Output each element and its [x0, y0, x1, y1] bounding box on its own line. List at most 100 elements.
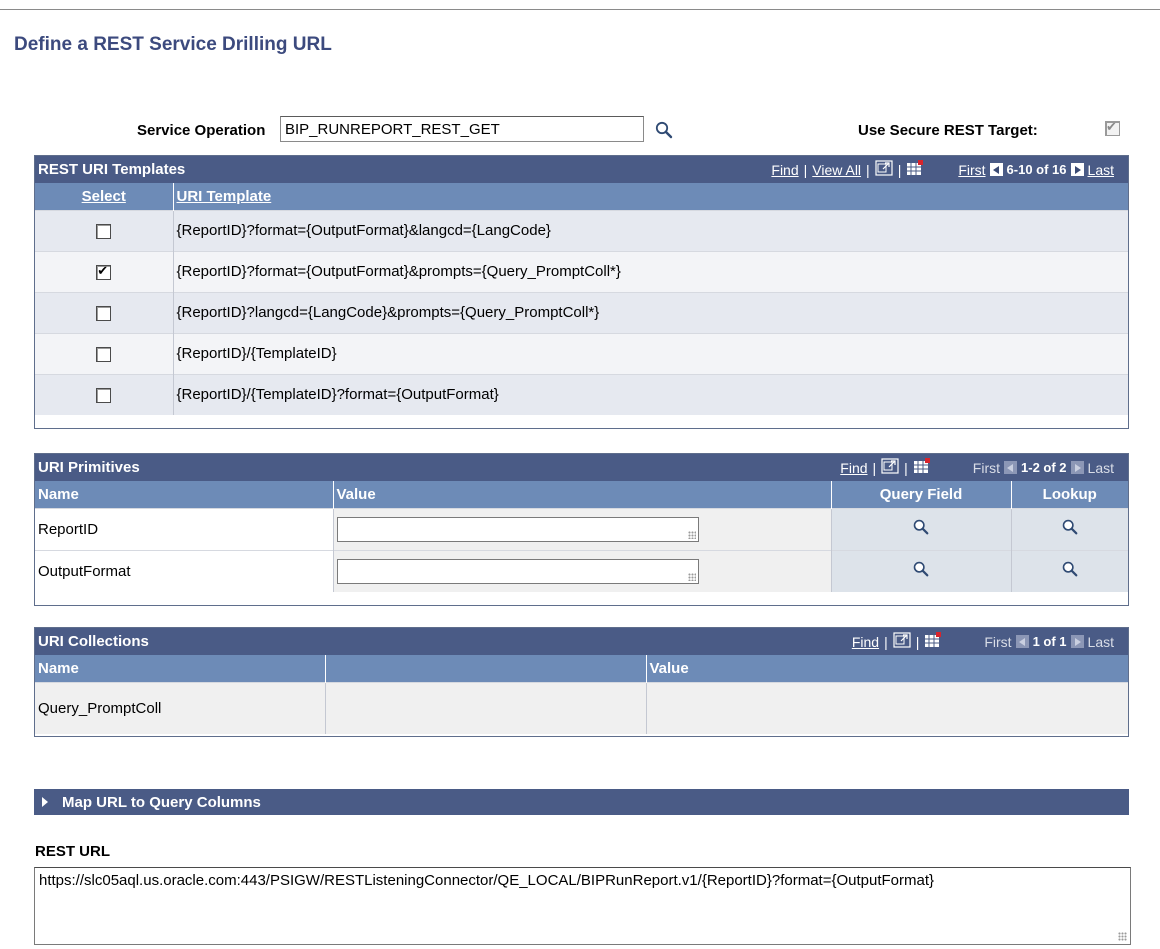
query-field-cell [831, 507, 1012, 550]
value-column-header: Value [646, 655, 1128, 682]
table-row: {ReportID}/{TemplateID} [35, 332, 1128, 374]
select-cell [35, 373, 174, 415]
table-row: {ReportID}/{TemplateID}?format={OutputFo… [35, 373, 1128, 415]
collection-value-cell [646, 681, 1128, 734]
secure-target-checkbox [1105, 119, 1120, 136]
query-field-magnifier-icon[interactable] [912, 561, 930, 582]
first-link: First [972, 459, 1001, 476]
lookup-magnifier-icon[interactable] [1061, 561, 1079, 582]
templates-grid-header: REST URI Templates Find | View All | | F… [35, 156, 1128, 183]
select-checkbox[interactable] [96, 223, 112, 239]
next-arrow-icon [1070, 635, 1084, 648]
lookup-magnifier-icon[interactable] [1061, 519, 1079, 540]
blank-column-header [325, 655, 647, 682]
query-field-magnifier-icon[interactable] [912, 519, 930, 540]
secure-target-label: Use Secure REST Target: [858, 122, 1038, 139]
zoom-grid-icon[interactable] [881, 458, 899, 477]
map-url-section-header[interactable]: Map URL to Query Columns [34, 789, 1129, 815]
primitive-name-cell: OutputFormat [35, 549, 334, 592]
primitives-grid-title: URI Primitives [38, 459, 140, 476]
row-count: 1-2 of 2 [1021, 460, 1067, 475]
download-excel-icon[interactable] [924, 632, 942, 651]
templates-grid-title: REST URI Templates [38, 161, 186, 178]
next-arrow-icon[interactable] [1070, 163, 1084, 176]
primitives-grid-header: URI Primitives Find | | First 1-2 of 2 L… [35, 454, 1128, 481]
collection-blank-cell [325, 681, 647, 734]
row-count: 6-10 of 16 [1006, 162, 1067, 177]
primitives-grid-nav: Find | | First 1-2 of 2 Last [840, 458, 1114, 477]
select-column-header[interactable]: Select [35, 183, 174, 210]
prev-arrow-icon [1004, 461, 1018, 474]
templates-grid-nav: Find | View All | | First 6-10 of 16 Las… [771, 160, 1114, 179]
query-field-cell [831, 549, 1012, 592]
map-url-section-label: Map URL to Query Columns [62, 794, 261, 811]
service-operation-input[interactable] [280, 116, 644, 142]
primitive-value-cell [333, 507, 832, 550]
query-field-column-header: Query Field [831, 481, 1012, 508]
last-link[interactable]: Last [1088, 162, 1114, 178]
select-checkbox[interactable] [96, 346, 112, 362]
lookup-cell [1011, 507, 1128, 550]
first-link[interactable]: First [958, 162, 985, 178]
uri-template-cell: {ReportID}?langcd={LangCode}&prompts={Qu… [173, 291, 1128, 333]
uri-collections-grid: URI Collections Find | | First 1 of 1 La… [34, 627, 1129, 737]
next-arrow-icon [1070, 461, 1084, 474]
collections-grid-nav: Find | | First 1 of 1 Last [851, 632, 1114, 651]
resize-grip-icon[interactable] [1118, 932, 1127, 941]
primitive-value-cell [333, 549, 832, 592]
rest-url-value: https://slc05aql.us.oracle.com:443/PSIGW… [39, 872, 935, 889]
primitives-table: Name Value Query Field Lookup ReportID O… [35, 481, 1128, 592]
lookup-cell [1011, 549, 1128, 592]
table-row: ReportID [35, 507, 1128, 550]
table-row: {ReportID}?langcd={LangCode}&prompts={Qu… [35, 291, 1128, 333]
select-cell [35, 209, 174, 251]
collections-grid-title: URI Collections [38, 633, 149, 650]
prev-arrow-icon[interactable] [989, 163, 1003, 176]
select-cell [35, 250, 174, 292]
select-cell [35, 332, 174, 374]
service-operation-lookup-icon[interactable] [654, 120, 674, 144]
primitive-value-input[interactable] [336, 558, 699, 584]
table-row: OutputFormat [35, 549, 1128, 592]
select-checkbox[interactable] [96, 305, 112, 321]
view-all-link[interactable]: View All [812, 162, 861, 178]
page-title: Define a REST Service Drilling URL [14, 34, 332, 55]
uri-template-cell: {ReportID}/{TemplateID} [173, 332, 1128, 374]
row-count: 1 of 1 [1032, 634, 1067, 649]
value-column-header: Value [333, 481, 832, 508]
collection-name-cell: Query_PromptColl [35, 681, 326, 734]
lookup-column-header: Lookup [1011, 481, 1128, 508]
first-link: First [984, 633, 1012, 650]
uri-template-cell: {ReportID}/{TemplateID}?format={OutputFo… [173, 373, 1128, 415]
zoom-grid-icon[interactable] [875, 160, 893, 179]
collections-table: Name Value Query_PromptColl [35, 655, 1128, 734]
primitive-name-cell: ReportID [35, 507, 334, 550]
collections-grid-header: URI Collections Find | | First 1 of 1 La… [35, 628, 1128, 655]
download-excel-icon[interactable] [913, 458, 931, 477]
uri-template-cell: {ReportID}?format={OutputFormat}&prompts… [173, 250, 1128, 292]
expand-triangle-icon[interactable] [42, 797, 48, 807]
primitive-value-input[interactable] [336, 516, 699, 542]
table-row: Query_PromptColl [35, 681, 1128, 734]
templates-table: Select URI Template {ReportID}?format={O… [35, 183, 1128, 415]
rest-url-textarea[interactable]: https://slc05aql.us.oracle.com:443/PSIGW… [34, 867, 1131, 945]
select-checkbox[interactable] [96, 387, 112, 403]
uri-template-cell: {ReportID}?format={OutputFormat}&langcd=… [173, 209, 1128, 251]
name-column-header: Name [35, 655, 326, 682]
find-link[interactable]: Find [771, 162, 798, 178]
zoom-grid-icon[interactable] [893, 632, 911, 651]
rest-url-label: REST URL [35, 843, 110, 860]
select-checkbox[interactable] [96, 263, 112, 280]
select-cell [35, 291, 174, 333]
find-link[interactable]: Find [840, 460, 867, 476]
last-link: Last [1087, 459, 1114, 476]
prev-arrow-icon [1015, 635, 1029, 648]
find-link[interactable]: Find [852, 634, 879, 650]
name-column-header: Name [35, 481, 334, 508]
table-row: {ReportID}?format={OutputFormat}&langcd=… [35, 209, 1128, 251]
download-excel-icon[interactable] [906, 160, 924, 179]
table-row: {ReportID}?format={OutputFormat}&prompts… [35, 250, 1128, 292]
last-link: Last [1087, 633, 1114, 650]
top-divider [0, 9, 1160, 10]
uri-template-column-header[interactable]: URI Template [173, 183, 1128, 210]
